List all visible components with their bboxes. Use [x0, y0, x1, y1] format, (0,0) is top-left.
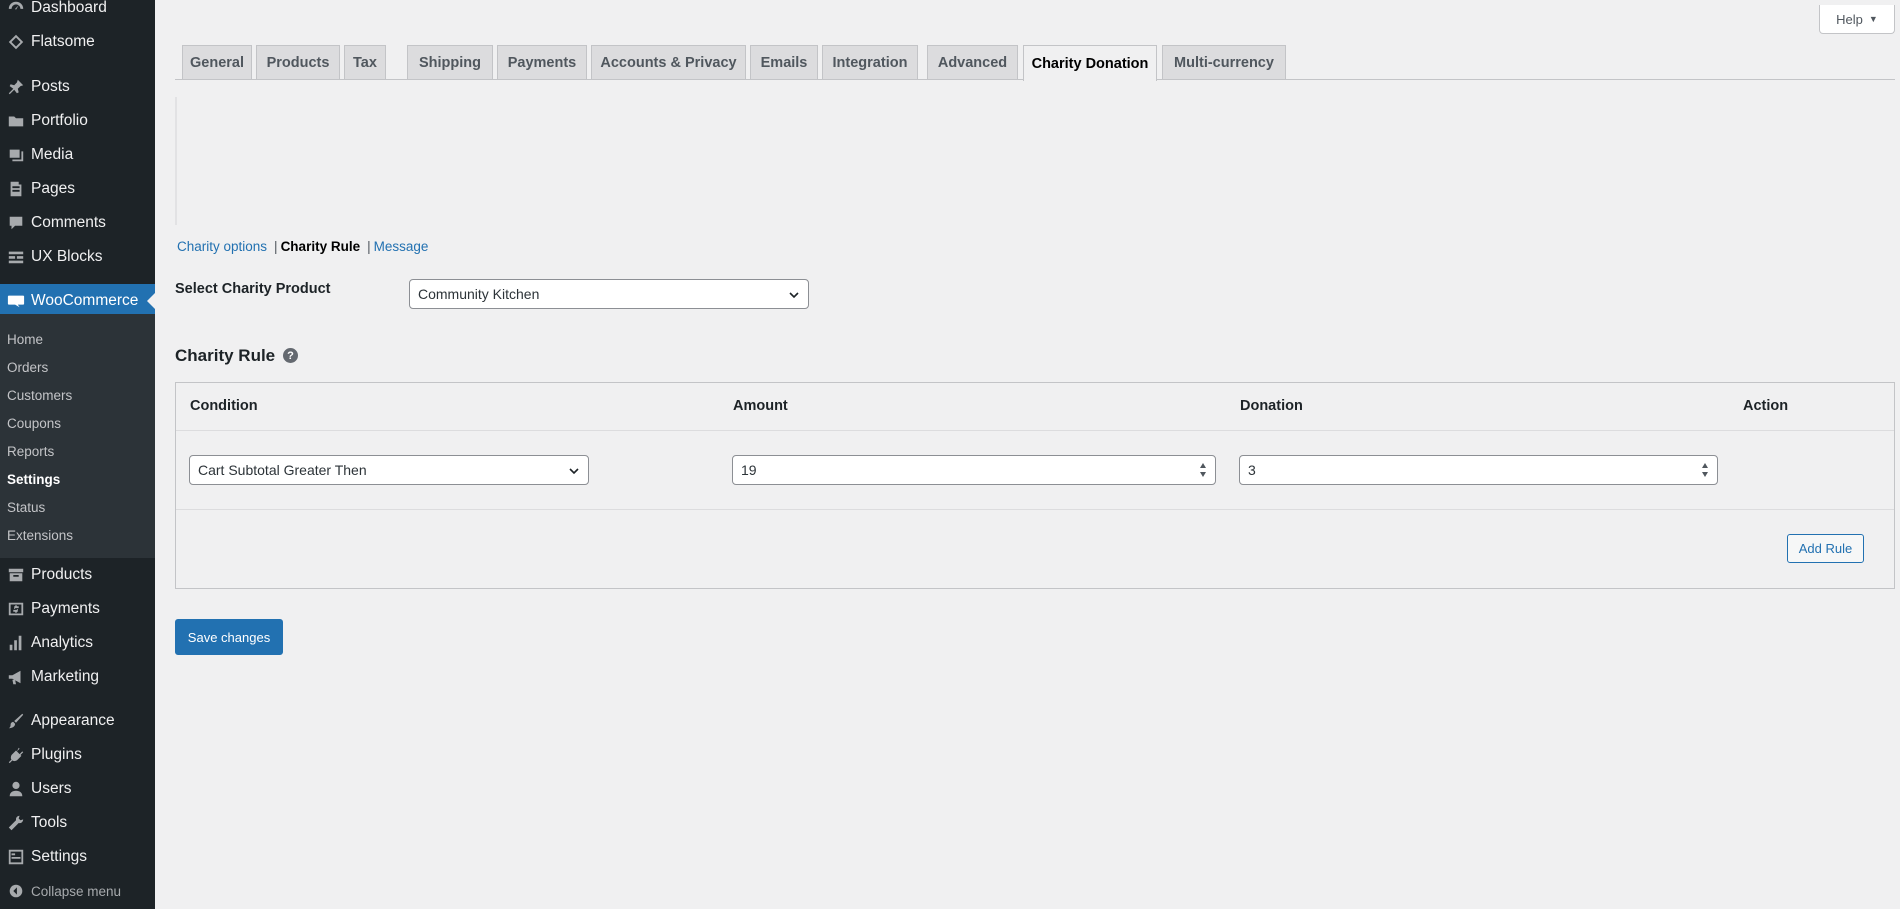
admin-sidebar: Dashboard Flatsome Posts Portfolio Media… — [0, 0, 155, 909]
page-icon — [0, 180, 31, 198]
submenu-orders[interactable]: Orders — [7, 360, 48, 375]
wrench-icon — [0, 814, 31, 832]
pin-icon — [0, 78, 31, 96]
folder-icon — [0, 112, 31, 130]
tab-emails[interactable]: Emails — [750, 45, 818, 80]
notice-area-border — [175, 97, 177, 225]
menu-payments[interactable]: Payments — [0, 592, 155, 626]
submenu-extensions[interactable]: Extensions — [7, 528, 73, 543]
save-changes-button[interactable]: Save changes — [175, 619, 283, 655]
submenu-coupons[interactable]: Coupons — [7, 416, 61, 431]
menu-analytics[interactable]: Analytics — [0, 626, 155, 660]
column-header-amount: Amount — [733, 398, 788, 414]
submenu-reports[interactable]: Reports — [7, 444, 54, 459]
menu-users[interactable]: Users — [0, 772, 155, 806]
menu-dashboard[interactable]: Dashboard — [0, 0, 155, 25]
amount-input[interactable]: 19 — [732, 455, 1216, 485]
number-spinner-icon[interactable] — [1701, 463, 1709, 477]
media-icon — [0, 146, 31, 164]
menu-portfolio[interactable]: Portfolio — [0, 104, 155, 138]
submenu-settings[interactable]: Settings — [7, 472, 60, 487]
megaphone-icon — [0, 668, 31, 686]
collapse-arrow-icon — [0, 882, 31, 900]
number-spinner-icon[interactable] — [1199, 463, 1207, 477]
menu-media[interactable]: Media — [0, 138, 155, 172]
caret-down-icon: ▼ — [1868, 14, 1878, 24]
subnav-message[interactable]: Message — [374, 239, 429, 254]
bar-chart-icon — [0, 634, 31, 652]
submenu-customers[interactable]: Customers — [7, 388, 72, 403]
help-tab-button[interactable]: Help ▼ — [1819, 5, 1895, 34]
charity-subnav: Charity options | Charity Rule | Message — [177, 239, 428, 254]
condition-select[interactable]: Cart Subtotal Greater Then — [189, 455, 589, 485]
tab-advanced[interactable]: Advanced — [927, 45, 1018, 80]
dollar-icon — [0, 600, 31, 618]
menu-appearance[interactable]: Appearance — [0, 704, 155, 738]
submenu-status[interactable]: Status — [7, 500, 45, 515]
select-charity-product-label: Select Charity Product — [175, 281, 331, 297]
brush-icon — [0, 712, 31, 730]
help-label: Help — [1836, 11, 1863, 27]
blocks-icon — [0, 248, 31, 266]
flatsome-diamond-icon — [0, 33, 31, 51]
menu-ux-blocks[interactable]: UX Blocks — [0, 240, 155, 274]
charity-rule-table: Condition Amount Donation Action Cart Su… — [175, 382, 1895, 589]
menu-woocommerce[interactable]: WooCommerce — [0, 284, 155, 318]
table-divider — [176, 509, 1894, 510]
archive-icon — [0, 566, 31, 584]
add-rule-button[interactable]: Add Rule — [1787, 534, 1864, 563]
chevron-down-icon — [568, 464, 580, 476]
settings-icon — [0, 848, 31, 866]
subnav-separator: | — [274, 239, 278, 254]
condition-value: Cart Subtotal Greater Then — [198, 462, 367, 478]
tab-integration[interactable]: Integration — [822, 45, 918, 80]
donation-value: 3 — [1248, 462, 1256, 478]
amount-value: 19 — [741, 462, 757, 478]
tab-tax[interactable]: Tax — [344, 45, 386, 80]
tab-charity-donation[interactable]: Charity Donation — [1023, 45, 1157, 81]
subnav-separator: | — [367, 239, 371, 254]
menu-marketing[interactable]: Marketing — [0, 660, 155, 694]
woo-icon — [0, 292, 31, 310]
menu-comments[interactable]: Comments — [0, 206, 155, 240]
tab-shipping[interactable]: Shipping — [407, 45, 493, 80]
menu-products[interactable]: Products — [0, 558, 155, 592]
charity-rule-heading: Charity Rule — [175, 346, 276, 365]
comment-icon — [0, 214, 31, 232]
column-header-action: Action — [1743, 398, 1789, 414]
menu-tools[interactable]: Tools — [0, 806, 155, 840]
menu-plugins[interactable]: Plugins — [0, 738, 155, 772]
table-divider — [176, 430, 1894, 431]
charity-product-value: Community Kitchen — [418, 286, 540, 302]
subnav-charity-rule: Charity Rule — [280, 239, 361, 254]
donation-input[interactable]: 3 — [1239, 455, 1718, 485]
column-header-donation: Donation — [1240, 398, 1303, 414]
woocommerce-submenu: Home Orders Customers Coupons Reports Se… — [0, 314, 155, 558]
plugin-icon — [0, 746, 31, 764]
menu-pages[interactable]: Pages — [0, 172, 155, 206]
dashboard-icon — [0, 0, 31, 17]
user-icon — [0, 780, 31, 798]
tab-accounts-privacy[interactable]: Accounts & Privacy — [591, 45, 746, 80]
collapse-menu-button[interactable]: Collapse menu — [0, 874, 155, 908]
tab-products[interactable]: Products — [256, 45, 340, 80]
tab-payments[interactable]: Payments — [497, 45, 587, 80]
menu-posts[interactable]: Posts — [0, 70, 155, 104]
chevron-down-icon — [788, 288, 800, 300]
menu-flatsome[interactable]: Flatsome — [0, 25, 155, 59]
subnav-charity-options[interactable]: Charity options — [177, 239, 267, 254]
help-tip-icon[interactable]: ? — [283, 348, 298, 363]
menu-settings[interactable]: Settings — [0, 840, 155, 874]
column-header-condition: Condition — [190, 398, 258, 414]
tab-multi-currency[interactable]: Multi-currency — [1162, 45, 1286, 80]
tab-general[interactable]: General — [182, 45, 252, 80]
charity-product-select[interactable]: Community Kitchen — [409, 279, 809, 309]
submenu-home[interactable]: Home — [7, 332, 43, 347]
